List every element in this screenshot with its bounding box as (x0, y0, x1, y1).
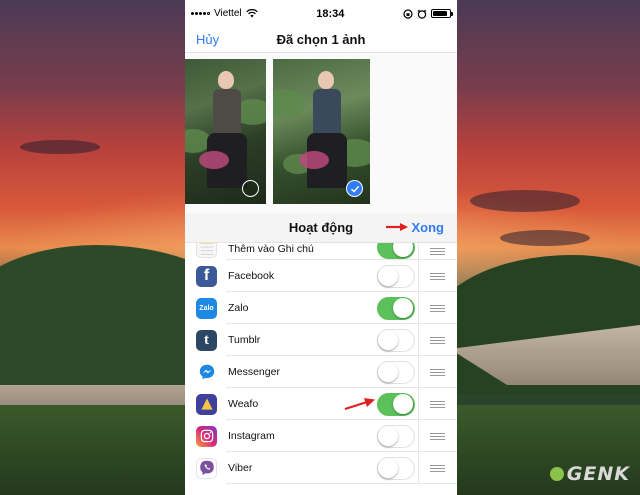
reorder-handle-icon[interactable] (430, 464, 445, 472)
reorder-handle-icon[interactable] (430, 248, 445, 255)
reorder-handle-icon[interactable] (430, 272, 445, 280)
activities-title: Hoạt động (288, 220, 354, 235)
page-title: Đã chọn 1 ảnh (276, 32, 366, 47)
weafo-icon (196, 393, 217, 415)
battery-icon (430, 9, 453, 18)
activity-list: Thêm vào Ghi chú f Facebook Zalo Zalo t … (185, 243, 457, 484)
phone-screen: Viettel 18:34 Hủy Đã chọn 1 ảnh Hoạt độn… (185, 0, 457, 495)
annotation-arrow-icon (344, 398, 375, 411)
select-circle[interactable] (242, 180, 259, 197)
activity-label: Tumblr (228, 334, 261, 346)
list-item: Viber (185, 452, 457, 484)
photo-thumbnail[interactable] (273, 59, 370, 204)
selected-check-icon[interactable] (346, 180, 363, 197)
activity-toggle[interactable] (377, 392, 415, 416)
reorder-handle-icon[interactable] (430, 432, 445, 440)
genk-logo-icon (549, 467, 564, 481)
list-item: Thêm vào Ghi chú (185, 243, 457, 260)
reorder-handle-icon[interactable] (430, 368, 445, 376)
list-item: Weafo (185, 388, 457, 420)
carrier-name: Viettel (214, 8, 242, 19)
list-item: Messenger (185, 356, 457, 388)
activity-label: Facebook (228, 270, 275, 282)
status-bar: Viettel 18:34 (185, 0, 457, 27)
activity-toggle[interactable] (377, 243, 415, 259)
done-button[interactable]: Xong (412, 220, 445, 235)
list-item: f Facebook (185, 260, 457, 292)
signal-strength-icon (191, 12, 210, 15)
activity-label: Zalo (228, 302, 249, 314)
rotation-lock-icon (403, 8, 413, 19)
activity-toggle[interactable] (377, 424, 415, 448)
activity-toggle[interactable] (377, 264, 415, 288)
reorder-handle-icon[interactable] (430, 336, 445, 344)
cancel-button[interactable]: Hủy (196, 32, 219, 47)
messenger-icon (196, 361, 217, 383)
activity-label: Viber (228, 462, 253, 474)
battery-level (432, 11, 448, 16)
site-watermark: GENK (549, 463, 630, 485)
activity-toggle[interactable] (377, 328, 415, 352)
activity-label: Instagram (228, 430, 275, 442)
instagram-icon (196, 425, 217, 447)
photo-strip (185, 53, 457, 213)
activity-toggle[interactable] (377, 296, 415, 320)
viber-icon (196, 457, 217, 479)
tumblr-icon: t (196, 329, 217, 351)
photo-thumbnail[interactable] (185, 59, 266, 204)
list-item: Instagram (185, 420, 457, 452)
watermark-text: GENK (566, 463, 630, 485)
activities-header: Hoạt động Xong (185, 213, 457, 243)
facebook-icon: f (196, 265, 217, 287)
reorder-handle-icon[interactable] (430, 400, 445, 408)
activity-label: Thêm vào Ghi chú (228, 243, 314, 255)
annotation-arrow-icon (386, 223, 408, 231)
activity-toggle[interactable] (377, 456, 415, 480)
nav-bar: Hủy Đã chọn 1 ảnh (185, 27, 457, 53)
notes-icon (196, 243, 217, 258)
list-item: t Tumblr (185, 324, 457, 356)
wifi-icon (245, 9, 258, 18)
activity-label: Messenger (228, 366, 280, 378)
zalo-icon: Zalo (196, 297, 217, 319)
reorder-handle-icon[interactable] (430, 304, 445, 312)
status-time: 18:34 (316, 7, 345, 20)
alarm-icon (417, 9, 427, 19)
activity-label: Weafo (228, 398, 259, 410)
activity-toggle[interactable] (377, 360, 415, 384)
list-item: Zalo Zalo (185, 292, 457, 324)
